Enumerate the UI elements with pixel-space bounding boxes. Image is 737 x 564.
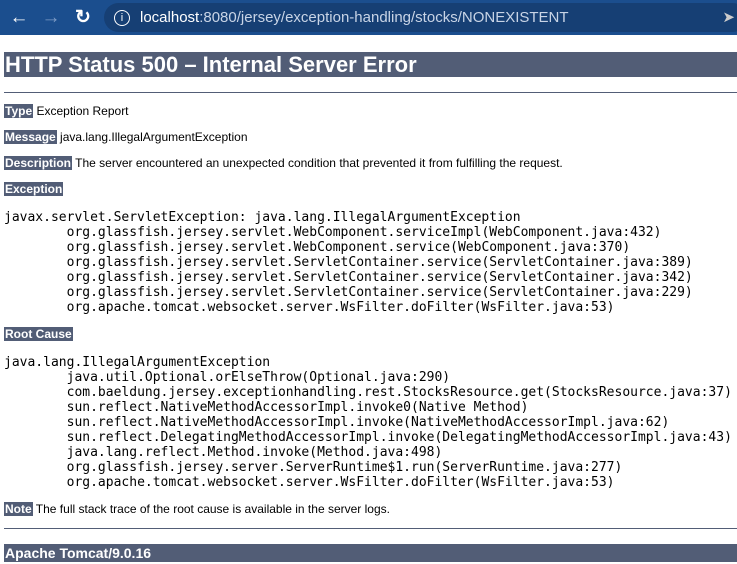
message-label: Message bbox=[4, 130, 57, 144]
message-value: java.lang.IllegalArgumentException bbox=[60, 130, 248, 144]
server-footer: Apache Tomcat/9.0.16 bbox=[4, 544, 737, 562]
page-title: HTTP Status 500 – Internal Server Error bbox=[4, 52, 737, 77]
root-cause-trace: java.lang.IllegalArgumentException java.… bbox=[4, 355, 732, 490]
forward-icon[interactable]: → bbox=[38, 7, 64, 29]
description-label: Description bbox=[4, 156, 73, 170]
note-value: The full stack trace of the root cause i… bbox=[35, 502, 390, 516]
description-value: The server encountered an unexpected con… bbox=[75, 156, 563, 170]
send-icon[interactable]: ➤ bbox=[722, 8, 735, 26]
root-cause-row: Root Cause bbox=[4, 327, 73, 342]
message-row: Message java.lang.IllegalArgumentExcepti… bbox=[4, 130, 248, 145]
back-icon[interactable]: ← bbox=[6, 7, 32, 29]
description-row: Description The server encountered an un… bbox=[4, 156, 563, 171]
divider bbox=[4, 92, 737, 93]
type-value: Exception Report bbox=[36, 104, 129, 118]
type-label: Type bbox=[4, 104, 34, 118]
type-row: Type Exception Report bbox=[4, 104, 129, 119]
url-host: localhost bbox=[140, 9, 200, 26]
address-bar[interactable]: i localhost:8080/jersey/exception-handli… bbox=[104, 3, 737, 32]
footer-divider bbox=[4, 528, 737, 529]
info-icon[interactable]: i bbox=[114, 9, 130, 26]
browser-toolbar: ← → ↻ i localhost:8080/jersey/exception-… bbox=[0, 0, 737, 35]
exception-trace: javax.servlet.ServletException: java.lan… bbox=[4, 210, 693, 315]
note-row: Note The full stack trace of the root ca… bbox=[4, 502, 390, 517]
url-path: :8080/jersey/exception-handling/stocks/N… bbox=[199, 9, 569, 26]
root-cause-label: Root Cause bbox=[4, 327, 73, 341]
page-content: HTTP Status 500 – Internal Server Error bbox=[0, 52, 737, 93]
exception-label: Exception bbox=[4, 182, 64, 196]
note-label: Note bbox=[4, 502, 33, 516]
exception-row: Exception bbox=[4, 182, 64, 197]
reload-icon[interactable]: ↻ bbox=[70, 6, 96, 29]
